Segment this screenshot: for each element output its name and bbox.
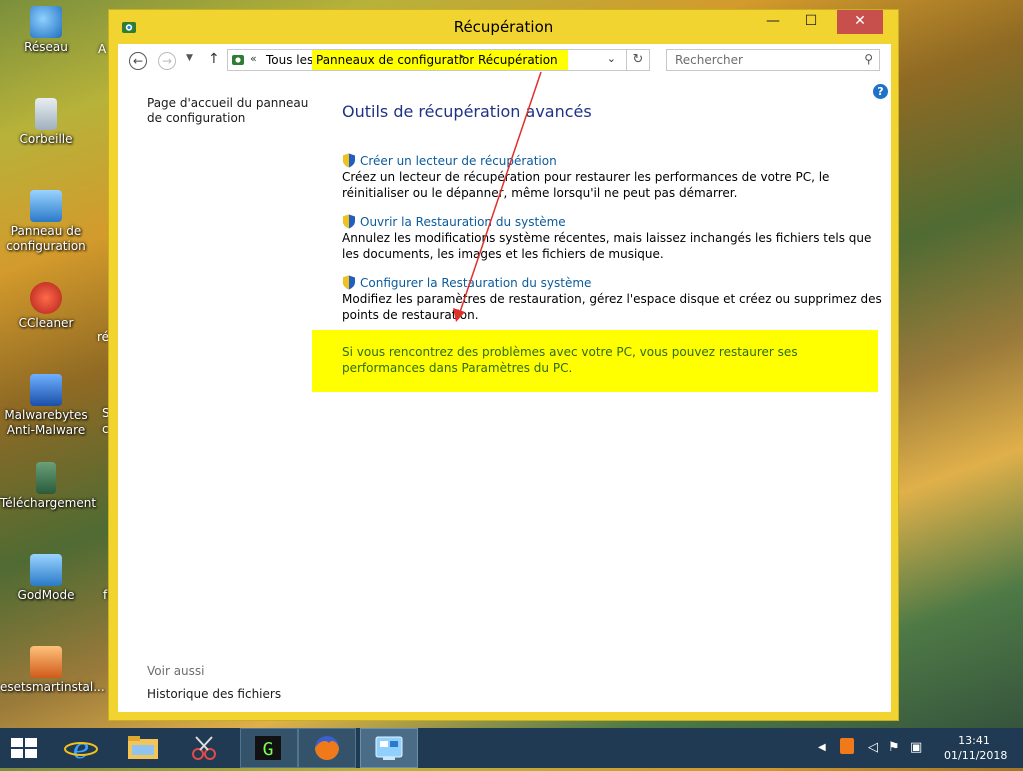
desktop-icon-godmode[interactable]: GodMode [0,554,92,603]
clock-date: 01/11/2018 [944,749,1008,762]
close-button[interactable]: ✕ [837,10,883,34]
scissors-icon [192,736,216,760]
search-input[interactable] [667,50,855,70]
recovery-window: Récupération — ☐ ✕ ← → ▼ ↑ « Tous les Pa… [108,9,899,721]
internet-explorer-icon: e [64,732,98,765]
desktop-icon-label: GodMode [17,588,75,602]
folder-icon [128,736,158,759]
link-label[interactable]: Créer un lecteur de récupération [360,154,557,168]
windows-logo-icon [11,738,37,758]
taskbar-file-explorer[interactable] [114,728,172,768]
breadcrumb-recovery[interactable]: Récupération [474,50,568,70]
desktop-icon-ccleaner[interactable]: CCleaner [0,282,92,331]
desktop-icon-label: esetsmartinstal... [0,680,105,694]
control-panel-icon [232,55,244,65]
downloads-icon [36,462,56,494]
desktop-icon-network[interactable]: Réseau [0,6,92,55]
page-title: Outils de récupération avancés [342,102,592,121]
option-description: Créez un lecteur de récupération pour re… [342,170,830,200]
back-button[interactable]: ← [129,52,147,70]
search-box[interactable]: ⚲ [666,49,880,71]
desktop-icon-control-panel[interactable]: Panneau de configuration [0,190,92,254]
godmode-icon [30,554,62,586]
shield-icon [343,275,355,290]
recovery-option: Ouvrir la Restauration du système Annule… [342,214,882,262]
eset-installer-icon [30,646,62,678]
antivirus-tray-icon[interactable] [840,738,854,754]
address-bar[interactable]: « Tous les Panneaux de configuration ▸ R… [227,49,649,71]
volume-icon[interactable]: ◁ [868,740,878,755]
taskbar: e G ◀ ◁ ⚑ ▣ 13:41 01/11/2018 [0,728,1023,768]
terminal-app-icon: G [255,736,281,760]
desktop-icon-malwarebytes[interactable]: Malwarebytes Anti-Malware [0,374,92,438]
maximize-button[interactable]: ☐ [793,10,829,34]
content-area: ? Page d'accueil du panneau de configura… [118,78,891,712]
clock-time: 13:41 [958,734,990,747]
action-center-flag-icon[interactable]: ⚑ [888,740,900,755]
taskbar-internet-explorer[interactable]: e [52,728,110,768]
create-recovery-drive-link[interactable]: Créer un lecteur de récupération [342,153,882,169]
link-label[interactable]: Configurer la Restauration du système [360,276,591,290]
taskbar-grep-app[interactable]: G [240,728,298,768]
firefox-icon [315,736,339,760]
svg-text:e: e [73,732,90,765]
open-system-restore-link[interactable]: Ouvrir la Restauration du système [342,214,882,230]
recovery-option: Créer un lecteur de récupération Créez u… [342,153,882,201]
address-overflow-chevron[interactable]: « [250,52,257,65]
desktop-icon-recycle-bin[interactable]: Corbeille [0,98,92,147]
taskbar-control-panel[interactable] [360,728,418,768]
desktop-icon-label: Malwarebytes Anti-Malware [4,408,88,437]
malwarebytes-icon [30,374,62,406]
desktop-icon-label: CCleaner [18,316,74,330]
ccleaner-icon [30,282,62,314]
file-history-link[interactable]: Historique des fichiers [147,687,281,701]
taskbar-firefox[interactable] [298,728,356,768]
forward-button[interactable]: → [158,52,176,70]
breadcrumb-separator[interactable]: ▸ [460,52,465,62]
up-button[interactable]: ↑ [208,51,220,67]
title-bar[interactable]: Récupération — ☐ ✕ [109,10,898,43]
desktop-icon-eset[interactable]: esetsmartinstal... [0,646,105,695]
left-pane: Page d'accueil du panneau de configurati… [147,78,317,712]
option-description: Annulez les modifications système récent… [342,231,872,261]
network-icon[interactable]: ▣ [910,740,922,755]
pc-settings-notice: Si vous rencontrez des problèmes avec vo… [312,330,878,392]
start-button[interactable] [0,728,48,768]
svg-text:G: G [263,739,274,760]
breadcrumb-root[interactable]: Tous les [266,53,313,67]
desktop-icon-label: Corbeille [19,132,73,146]
configure-system-restore-link[interactable]: Configurer la Restauration du système [342,275,882,291]
desktop-icon-downloads[interactable]: Téléchargement [0,462,96,511]
show-hidden-icons-chevron-icon[interactable]: ◀ [818,742,826,753]
help-icon[interactable]: ? [873,84,888,99]
minimize-button[interactable]: — [755,10,791,34]
desktop-icon-label: Panneau de configuration [6,224,86,253]
clock[interactable]: 13:41 01/11/2018 [944,733,1008,763]
network-icon [30,6,62,38]
breadcrumb-control-panels[interactable]: Panneaux de configuration [312,50,481,70]
address-dropdown-icon[interactable]: ⌄ [607,52,616,65]
recent-locations-button[interactable]: ▼ [186,53,193,63]
system-tray: ◀ ◁ ⚑ ▣ 13:41 01/11/2018 [812,728,1023,768]
notice-text[interactable]: Si vous rencontrez des problèmes avec vo… [342,344,878,376]
refresh-button[interactable]: ↻ [626,49,650,71]
control-panel-icon [30,190,62,222]
recycle-bin-icon [35,98,57,130]
desktop-icon-label: Téléchargement [0,496,97,510]
desktop-icon-label: Réseau [24,40,68,54]
search-icon[interactable]: ⚲ [864,52,873,66]
shield-icon [343,214,355,229]
control-panel-icon [375,736,403,760]
taskbar-snipping-tool[interactable] [176,728,234,768]
recovery-option: Configurer la Restauration du système Mo… [342,275,882,323]
option-description: Modifiez les paramètres de restauration,… [342,292,882,322]
link-label[interactable]: Ouvrir la Restauration du système [360,215,566,229]
control-panel-home-link[interactable]: Page d'accueil du panneau de configurati… [147,96,317,126]
navigation-toolbar: ← → ▼ ↑ « Tous les Panneaux de configura… [118,44,891,78]
desktop-partial-label: A [98,42,107,56]
shield-icon [343,153,355,168]
see-also-heading: Voir aussi [147,664,205,678]
